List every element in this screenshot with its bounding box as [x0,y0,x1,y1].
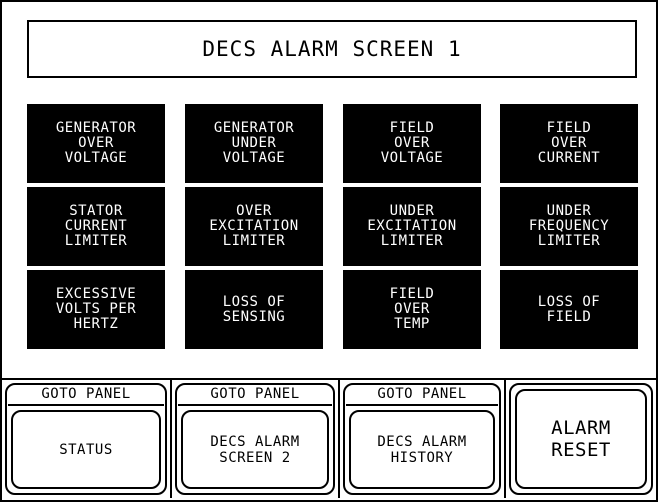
goto-panel-underline [178,404,332,406]
goto-status-button[interactable]: GOTO PANEL STATUS [2,380,170,498]
goto-status-label: STATUS [11,410,161,489]
goto-panel-label: GOTO PANEL [41,386,131,402]
alarm-over-excitation-limiter: OVER EXCITATION LIMITER [185,187,323,266]
alarm-stator-current-limiter: STATOR CURRENT LIMITER [27,187,165,266]
alarm-loss-of-field: LOSS OF FIELD [500,270,638,349]
alarm-reset-label: ALARM RESET [515,389,647,489]
alarm-generator-under-voltage: GENERATOR UNDER VOLTAGE [185,104,323,183]
alarm-reset-button[interactable]: ALARM RESET [504,380,656,498]
goto-decs-alarm-history-label: DECS ALARM HISTORY [349,410,495,489]
alarm-under-excitation-limiter: UNDER EXCITATION LIMITER [343,187,481,266]
alarm-field-over-current: FIELD OVER CURRENT [500,104,638,183]
goto-panel-underline [8,404,164,406]
goto-panel-label: GOTO PANEL [210,386,300,402]
alarm-excessive-volts-per-hertz: EXCESSIVE VOLTS PER HERTZ [27,270,165,349]
goto-panel-underline [346,404,498,406]
goto-decs-alarm-history-button[interactable]: GOTO PANEL DECS ALARM HISTORY [338,380,504,498]
screen-title: DECS ALARM SCREEN 1 [27,20,637,78]
goto-panel-label: GOTO PANEL [377,386,467,402]
alarm-under-frequency-limiter: UNDER FREQUENCY LIMITER [500,187,638,266]
goto-decs-alarm-screen-2-label: DECS ALARM SCREEN 2 [181,410,329,489]
alarm-field-over-temp: FIELD OVER TEMP [343,270,481,349]
alarm-loss-of-sensing: LOSS OF SENSING [185,270,323,349]
alarm-field-over-voltage: FIELD OVER VOLTAGE [343,104,481,183]
goto-decs-alarm-screen-2-button[interactable]: GOTO PANEL DECS ALARM SCREEN 2 [170,380,338,498]
alarm-generator-over-voltage: GENERATOR OVER VOLTAGE [27,104,165,183]
